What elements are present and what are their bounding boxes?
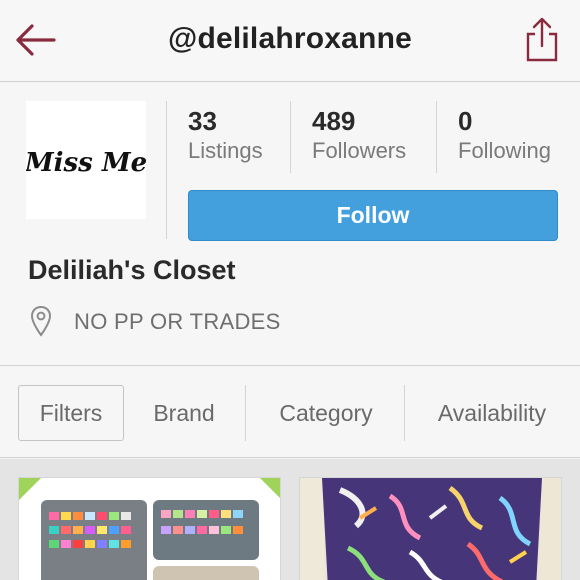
stat-followers-value: 489 <box>312 106 356 136</box>
listing-card[interactable] <box>299 477 562 580</box>
follow-button[interactable]: Follow <box>188 190 558 241</box>
stat-followers-label: Followers <box>312 138 407 163</box>
divider <box>436 101 437 173</box>
divider <box>404 385 405 441</box>
closet-name: Deliliah's Closet <box>28 255 236 285</box>
divider <box>245 385 246 441</box>
location-pin-icon <box>30 305 52 337</box>
stat-listings[interactable]: 33 Listings <box>188 105 263 165</box>
filters-button[interactable]: Filters <box>18 385 124 441</box>
avatar-logo: Miss Me <box>24 148 147 178</box>
profile-header: Miss Me 33 Listings 489 Followers 0 Foll… <box>0 83 580 366</box>
filter-tab-brand[interactable]: Brand <box>132 385 236 441</box>
listing-image <box>300 478 561 580</box>
stat-listings-label: Listings <box>188 138 263 163</box>
share-icon[interactable] <box>522 16 562 64</box>
avatar-logo-text: Miss Me <box>26 148 146 178</box>
listings-grid <box>0 459 580 580</box>
stat-followers[interactable]: 489 Followers <box>312 105 406 165</box>
filter-tab-availability[interactable]: Availability <box>416 385 568 441</box>
top-bar: @delilahroxanne <box>0 0 580 82</box>
divider <box>166 101 167 239</box>
stat-following[interactable]: 0 Following <box>458 105 551 165</box>
stat-following-label: Following <box>458 138 551 163</box>
avatar[interactable]: Miss Me <box>24 101 147 219</box>
page-title: @delilahroxanne <box>168 22 412 55</box>
filter-tab-category[interactable]: Category <box>256 385 396 441</box>
divider <box>290 101 291 173</box>
location-text: NO PP OR TRADES <box>74 309 281 334</box>
filter-bar: Filters Brand Category Availability <box>0 367 580 458</box>
stat-following-value: 0 <box>458 106 473 136</box>
stat-listings-value: 33 <box>188 106 217 136</box>
listing-card[interactable] <box>18 477 281 580</box>
listing-image <box>19 478 280 580</box>
